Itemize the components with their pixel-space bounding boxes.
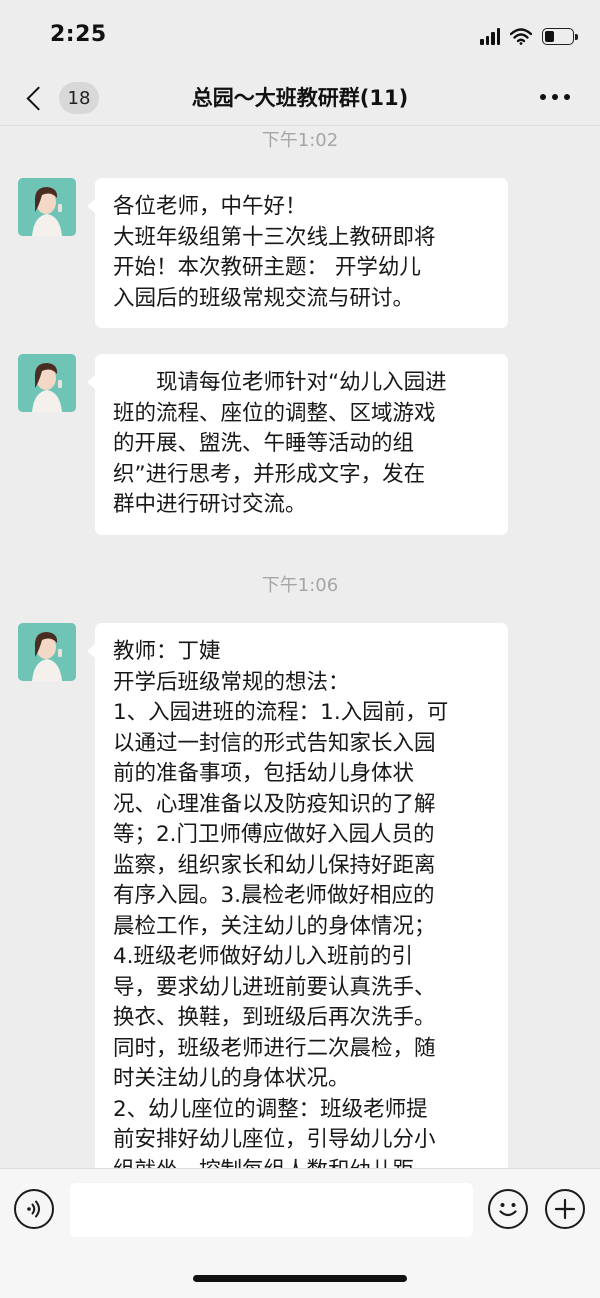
back-button[interactable]: 18 (22, 78, 102, 118)
message-text: 导，要求幼儿进班前要认真洗手、 (113, 974, 436, 1000)
message-bubble[interactable]: 现请每位老师针对“幼儿入园进 班的流程、座位的调整、区域游戏 的开展、盥洗、午睡… (87, 354, 508, 535)
message-text: 入园后的班级常规交流与研讨。 (113, 285, 415, 311)
emoji-icon (499, 1203, 517, 1217)
avatar[interactable] (18, 354, 76, 412)
message-text: 换衣、换鞋，到班级后再次洗手。 (113, 1005, 436, 1030)
status-icons (480, 26, 578, 46)
battery-icon (542, 27, 578, 45)
message-timestamp: 下午1:02 (261, 130, 339, 151)
message-text: 前的准备事项，包括幼儿身体状 (113, 761, 415, 786)
message-text: 现请每位老师针对“幼儿入园进 (113, 370, 447, 395)
message-text: 组就坐，控制每组人数和幼儿距 (113, 1156, 490, 1169)
message-bubble[interactable]: 各位老师，中午好！ 大班年级组第十三次线上教研即将 开始！本次教研主题： 开学幼… (87, 178, 508, 328)
avatar[interactable] (18, 178, 76, 236)
message-list[interactable]: 下午1:02 各位老师，中午好！ 大班年级组第十三次线上教研即将 开始！本次教研… (0, 126, 600, 1168)
message-text: 大班年级组第十三次线上教研即将 (113, 224, 436, 250)
message-text: 时关注幼儿的身体状况。 (113, 1066, 350, 1091)
message-bubble[interactable]: 教师：丁婕 开学后班级常规的想法： 1、入园进班的流程：1.入园前，可 以通过一… (87, 623, 508, 1169)
home-indicator[interactable] (193, 1275, 407, 1282)
wifi-icon (510, 27, 532, 45)
status-bar: 2:25 (0, 0, 600, 70)
message-text: 1、入园进班的流程：1.入园前，可 (113, 700, 449, 725)
message-text: 开学后班级常规的想法： (113, 669, 350, 695)
message-text: 的开展、盥洗、午睡等活动的组 (113, 431, 415, 456)
message-text: 群中进行研讨交流。 (113, 492, 307, 517)
nav-bar: 18 总园～大班教研群(11) (0, 70, 600, 126)
message-text: 监察，组织家长和幼儿保持好距离 (113, 852, 436, 878)
message-text: 等；2.门卫师傅应做好入园人员的 (113, 822, 435, 847)
avatar-image (18, 354, 76, 412)
more-dots-icon (540, 94, 546, 100)
message-text: 织”进行思考，并形成文字，发在 (113, 461, 426, 487)
signal-icon (480, 27, 500, 45)
more-options-button[interactable] (540, 94, 570, 100)
message-text: 以通过一封信的形式告知家长入园 (113, 730, 436, 756)
chat-title: 总园～大班教研群(11) (191, 86, 409, 110)
message-text: 有序入园。3.晨检老师做好相应的 (113, 883, 435, 908)
emoji-button[interactable] (488, 1189, 528, 1229)
message-text: 同时，班级老师进行二次晨检，随 (113, 1035, 436, 1061)
avatar[interactable] (18, 623, 76, 681)
message-text: 4.班级老师做好幼儿入班前的引 (113, 944, 414, 969)
message-input[interactable] (70, 1183, 473, 1237)
avatar-image (18, 178, 76, 236)
message-text: 教师：丁婕 (113, 639, 221, 664)
status-time: 2:25 (50, 22, 107, 47)
voice-input-button[interactable] (14, 1189, 54, 1229)
plus-icon (554, 1198, 576, 1220)
message-text: 各位老师，中午好！ (113, 194, 307, 219)
message-timestamp: 下午1:06 (261, 575, 339, 596)
chevron-left-icon (26, 85, 51, 111)
message-text: 班的流程、座位的调整、区域游戏 (113, 400, 436, 426)
message-text: 2、幼儿座位的调整：班级老师提 (113, 1096, 428, 1122)
more-functions-button[interactable] (545, 1189, 585, 1229)
message-text: 晨检工作，关注幼儿的身体情况； (113, 913, 436, 939)
message-text: 况、心理准备以及防疫知识的了解 (113, 791, 436, 817)
avatar-image (18, 623, 76, 681)
message-text: 开始！本次教研主题： 开学幼儿 (113, 255, 421, 280)
message-text: 前安排好幼儿座位，引导幼儿分小 (113, 1127, 436, 1152)
unread-count-badge: 18 (59, 82, 99, 114)
voice-icon (27, 1200, 40, 1218)
chat-screen: 2:25 18 总园～大班教研群(11) 下午1:02 各位老师，中午好！ 大班… (0, 0, 600, 1298)
